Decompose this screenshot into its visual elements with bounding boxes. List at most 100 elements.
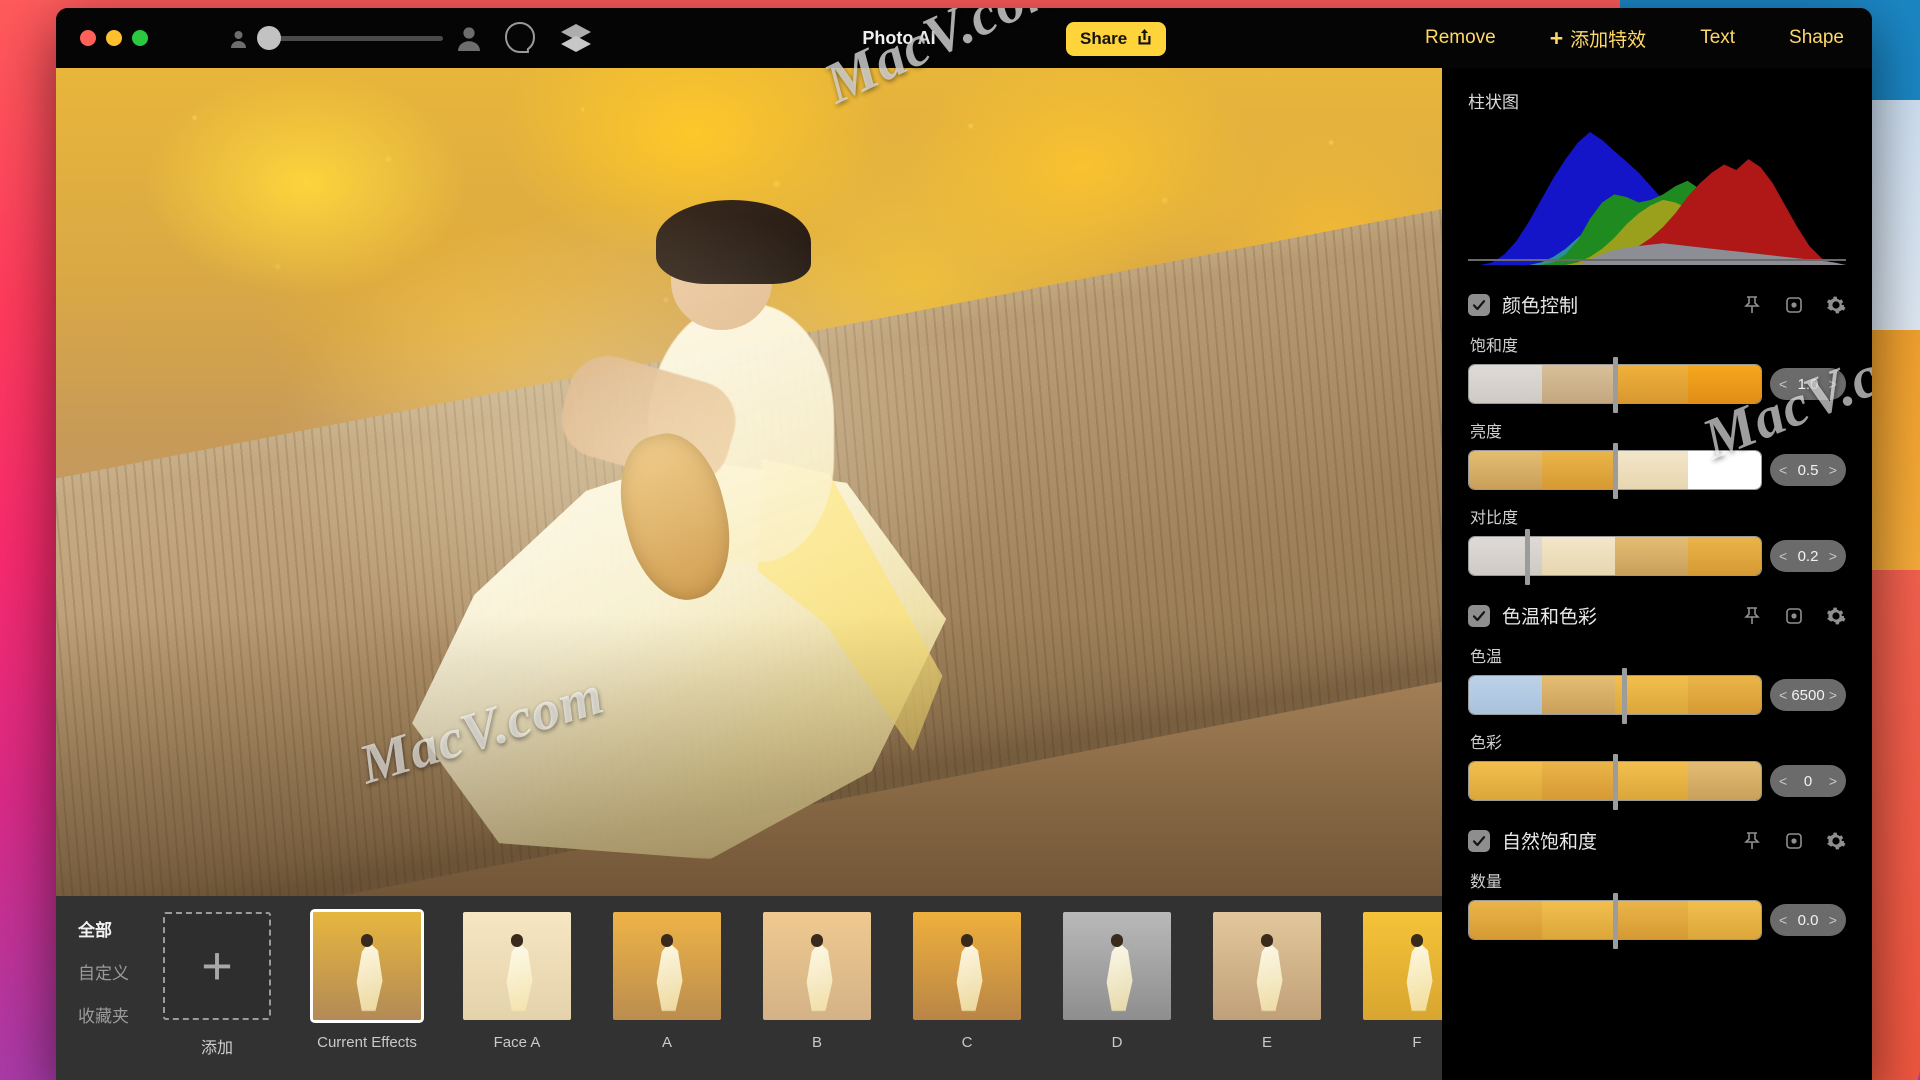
stepper-brightness[interactable]: <0.5 > [1770,454,1846,486]
stepper-decrement[interactable]: < [1779,773,1787,789]
preset-item[interactable]: Face A [442,912,592,1051]
preset-thumbnail[interactable] [1363,912,1442,1020]
slider-handle-temperature[interactable] [1621,668,1627,724]
menu-item-remove[interactable]: Remove [1425,27,1496,49]
reset-icon[interactable] [1784,295,1804,315]
preset-thumbnail[interactable] [913,912,1021,1020]
pin-icon[interactable] [1742,295,1762,315]
image-canvas[interactable]: MacV.com [56,68,1442,896]
slider-handle-contrast[interactable] [1525,529,1531,585]
workspace: MacV.com 全部自定义收藏夹 + 添加 Current Effects Fa… [56,68,1872,1080]
section-checkbox-temperature-tint[interactable] [1468,604,1490,627]
gear-icon[interactable] [1826,295,1846,315]
slider-temperature[interactable] [1468,668,1762,724]
app-window: Photo AI Share Remove + 添加特效 Text Shape … [56,8,1872,1080]
preset-thumbnail[interactable] [313,912,421,1020]
stepper-increment[interactable]: > [1829,376,1837,392]
preset-thumbnail[interactable] [763,912,871,1020]
section-icon-group [1742,295,1846,315]
control-brightness: 亮度 <0.5 > [1468,418,1846,499]
stepper-tint[interactable]: <0 > [1770,765,1846,797]
layers-icon[interactable] [559,23,593,53]
filmstrip-category-label: 自定义 [78,964,129,983]
preset-item[interactable]: C [892,912,1042,1051]
slider-handle-tint[interactable] [1613,754,1618,810]
add-preset[interactable]: + 添加 [142,912,292,1058]
editor-column: MacV.com 全部自定义收藏夹 + 添加 Current Effects Fa… [56,68,1442,1080]
stepper-increment[interactable]: > [1829,462,1837,478]
stepper-decrement[interactable]: < [1779,548,1787,564]
stepper-temperature[interactable]: <6500 > [1770,679,1846,711]
person-small-icon [230,29,247,48]
control-label: 色彩 [1470,735,1503,752]
control-row: <1.0 > [1468,357,1846,413]
slider-amount[interactable] [1468,893,1762,949]
minimize-button[interactable] [106,30,122,46]
slider-handle-saturation[interactable] [1613,357,1618,413]
maximize-button[interactable] [132,30,148,46]
section-checkbox-color-control[interactable] [1468,293,1490,316]
control-tint: 色彩 <0 > [1468,729,1846,810]
stepper-increment[interactable]: > [1829,687,1837,703]
slider-brightness[interactable] [1468,443,1762,499]
slider-contrast[interactable] [1468,529,1762,585]
window-controls[interactable] [80,30,148,46]
adjustments-panel[interactable]: 柱状图 颜色控制 饱和度 <1.0 > 亮度 <0.5 > 对比度 <0.2 > 色温和色彩 色温 <6… [1442,68,1872,1080]
preset-item[interactable]: B [742,912,892,1051]
stepper-increment[interactable]: > [1829,773,1837,789]
stepper-decrement[interactable]: < [1779,462,1787,478]
stepper-increment[interactable]: > [1829,912,1837,928]
control-row: <0.2 > [1468,529,1846,585]
stepper-value: 1.0 [1797,375,1819,393]
slider-handle-brightness[interactable] [1613,443,1618,499]
control-row: <6500 > [1468,668,1846,724]
gear-icon[interactable] [1826,606,1846,626]
stepper-decrement[interactable]: < [1779,687,1787,703]
stepper-saturation[interactable]: <1.0 > [1770,368,1846,400]
check-icon [1472,610,1486,621]
section-header-temperature-tint: 色温和色彩 [1468,602,1846,629]
preset-item[interactable]: A [592,912,742,1051]
slider-handle-amount[interactable] [1613,893,1618,949]
close-button[interactable] [80,30,96,46]
slider-tint[interactable] [1468,754,1762,810]
preset-item[interactable]: F [1342,912,1442,1051]
preset-thumbnail[interactable] [1063,912,1171,1020]
title-bar: Photo AI Share Remove + 添加特效 Text Shape … [56,8,1872,116]
preset-item[interactable]: Current Effects [292,912,442,1051]
filmstrip-category-2[interactable]: 收藏夹 [78,1002,142,1027]
section-checkbox-vibrance[interactable] [1468,829,1490,852]
control-row: <0.5 > [1468,443,1846,499]
pin-icon[interactable] [1742,606,1762,626]
control-label: 数量 [1470,874,1503,891]
pin-icon[interactable] [1742,831,1762,851]
stepper-decrement[interactable]: < [1779,376,1787,392]
slider-saturation[interactable] [1468,357,1762,413]
filmstrip-category-1[interactable]: 自定义 [78,959,142,984]
preset-item[interactable]: D [1042,912,1192,1051]
person-size-slider[interactable] [257,26,443,50]
stepper-amount[interactable]: <0.0 > [1770,904,1846,936]
menu-item-add-effect[interactable]: + 添加特效 [1550,25,1646,52]
preset-list: Current Effects Face A A B C D E F [292,912,1442,1051]
menu-item-shape[interactable]: Shape [1789,27,1844,49]
stepper-increment[interactable]: > [1829,548,1837,564]
shape-outline-icon[interactable] [503,21,537,55]
gear-icon[interactable] [1826,831,1846,851]
reset-icon[interactable] [1784,831,1804,851]
control-label: 色温 [1470,649,1503,666]
stepper-contrast[interactable]: <0.2 > [1770,540,1846,572]
stepper-decrement[interactable]: < [1779,912,1787,928]
preset-thumbnail[interactable] [613,912,721,1020]
preset-label: E [1261,1034,1272,1051]
share-button[interactable]: Share [1066,22,1167,56]
preset-item[interactable]: E [1192,912,1342,1051]
menu-item-text[interactable]: Text [1700,27,1735,49]
add-preset-box[interactable]: + [163,912,271,1020]
preset-thumbnail[interactable] [463,912,571,1020]
check-icon [1472,835,1486,846]
plus-icon: + [1549,24,1564,51]
preset-thumbnail[interactable] [1213,912,1321,1020]
filmstrip-category-0[interactable]: 全部 [78,916,142,941]
reset-icon[interactable] [1784,606,1804,626]
